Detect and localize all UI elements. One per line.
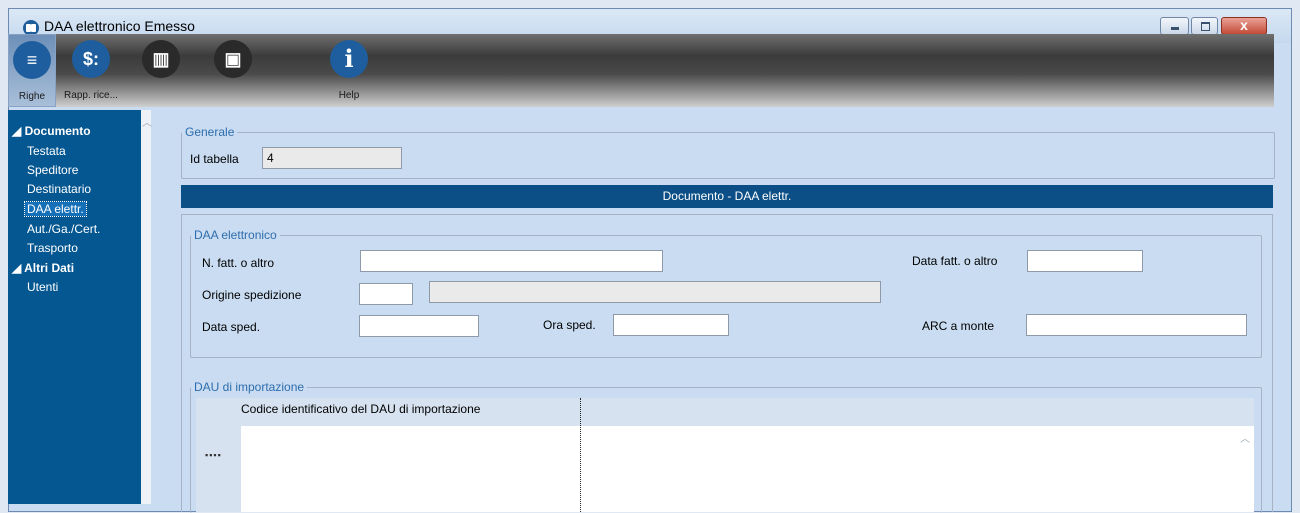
data-sped-field[interactable] xyxy=(359,315,479,337)
n-fatt-field[interactable] xyxy=(360,250,663,272)
data-sped-label: Data sped. xyxy=(202,320,261,334)
tree-item-utenti[interactable]: Utenti xyxy=(27,280,58,294)
tree-item-speditore[interactable]: Speditore xyxy=(27,163,78,177)
toolbar-button-4[interactable]: ▣ xyxy=(204,34,262,107)
data-fatt-field[interactable] xyxy=(1027,250,1143,272)
arc-a-monte-field[interactable] xyxy=(1026,314,1247,336)
section-banner: Documento - DAA elettr. xyxy=(181,185,1273,208)
book-icon: ▥ xyxy=(142,40,180,78)
info-icon: i xyxy=(330,40,368,78)
tree-item-testata[interactable]: Testata xyxy=(27,144,66,158)
toolbar-button-3[interactable]: ▥ xyxy=(132,34,190,107)
origine-spedizione-label: Origine spedizione xyxy=(202,288,302,302)
arc-a-monte-label: ARC a monte xyxy=(922,319,995,333)
dau-grid[interactable]: Codice identificativo del DAU di importa… xyxy=(196,398,1254,512)
help-label: Help xyxy=(338,90,360,101)
rapp-rice-button[interactable]: $: Rapp. rice... xyxy=(56,34,126,107)
origine-description-field[interactable] xyxy=(429,281,881,303)
column-header-codice-dau[interactable]: Codice identificativo del DAU di importa… xyxy=(241,402,480,416)
righe-button[interactable]: ≡ Righe xyxy=(8,34,56,107)
window-close-icon: ▣ xyxy=(214,40,252,78)
close-button[interactable]: x xyxy=(1221,17,1267,35)
id-tabella-label: Id tabella xyxy=(190,152,239,166)
righe-label: Righe xyxy=(18,91,46,102)
toolbar: ≡ Righe $: Rapp. rice... ▥ ▣ i Help xyxy=(8,34,1274,107)
list-icon: ≡ xyxy=(13,41,51,79)
grid-row-header: ▪▪▪▪ xyxy=(196,426,241,512)
origine-code-field[interactable] xyxy=(359,283,413,305)
tree-group-altri-dati[interactable]: ◢ Altri Dati xyxy=(12,261,74,275)
grid-scrollbar[interactable]: ︿ xyxy=(1237,426,1254,512)
id-tabella-field[interactable]: 4 xyxy=(262,147,402,169)
tree-group-documento[interactable]: ◢ Documento xyxy=(12,124,91,138)
tree-item-trasporto[interactable]: Trasporto xyxy=(27,241,78,255)
maximize-button[interactable] xyxy=(1191,17,1218,35)
dau-legend: DAU di importazione xyxy=(194,380,305,394)
help-button[interactable]: i Help xyxy=(320,34,378,107)
new-row-marker: ▪▪▪▪ xyxy=(205,450,222,460)
grid-header: Codice identificativo del DAU di importa… xyxy=(196,398,1254,426)
data-fatt-label: Data fatt. o altro xyxy=(912,254,998,268)
navigation-tree: ◢ Documento Testata Speditore Destinatar… xyxy=(8,110,141,504)
minimize-button[interactable] xyxy=(1160,17,1189,35)
tree-item-destinatario[interactable]: Destinatario xyxy=(27,182,91,196)
tree-item-daa-elettr[interactable]: DAA elettr. xyxy=(24,201,87,217)
rapp-rice-label: Rapp. rice... xyxy=(64,90,118,101)
ora-sped-field[interactable] xyxy=(613,314,729,336)
generale-legend: Generale xyxy=(185,125,235,139)
tree-item-aut-ga-cert[interactable]: Aut./Ga./Cert. xyxy=(27,222,100,236)
n-fatt-label: N. fatt. o altro xyxy=(202,256,275,270)
dollar-icon: $: xyxy=(72,40,110,78)
close-icon: x xyxy=(1240,17,1248,33)
scroll-up-icon: ︿ xyxy=(142,118,152,129)
daa-elettronico-legend: DAA elettronico xyxy=(194,228,277,242)
column-divider xyxy=(580,398,581,512)
scroll-up-icon: ︿ xyxy=(1240,434,1250,445)
tree-scrollbar[interactable]: ︿ xyxy=(141,110,152,504)
ora-sped-label: Ora sped. xyxy=(543,318,596,332)
window-title: DAA elettronico Emesso xyxy=(44,18,195,34)
